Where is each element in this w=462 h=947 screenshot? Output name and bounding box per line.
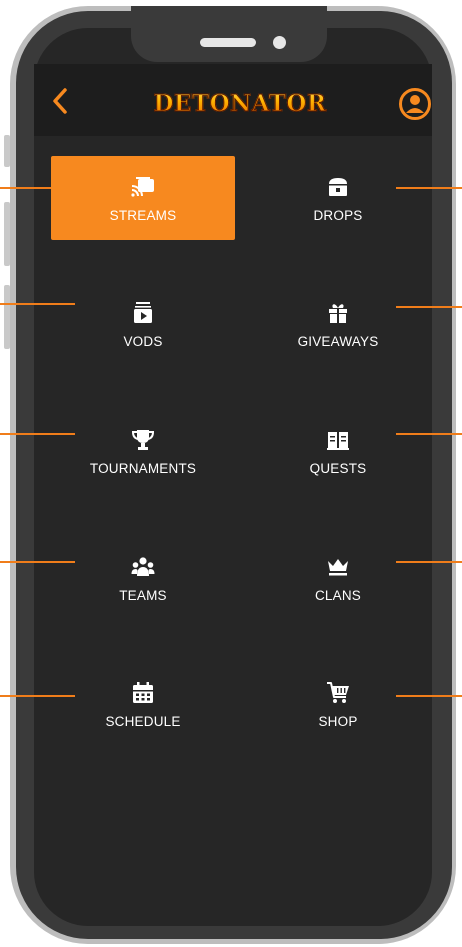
menu-item-quests[interactable]: QUESTS [246,409,430,493]
menu-item-streams[interactable]: STREAMS [51,156,235,240]
menu-label: VODS [123,333,163,349]
menu-label: GIVEAWAYS [297,333,379,349]
menu-item-teams[interactable]: TEAMS [51,536,235,620]
menu-label: SHOP [318,713,358,729]
menu-item-tournaments[interactable]: TOURNAMENTS [51,409,235,493]
gift-icon [329,303,347,323]
menu-item-vods[interactable]: VODS [51,282,235,366]
menu-label: TEAMS [119,587,167,603]
trophy-icon [131,429,155,450]
front-camera [273,36,286,49]
book-icon [327,431,349,450]
app-logo: DETONATOR [148,86,332,120]
users-icon [131,556,155,576]
video-play-icon [134,301,152,323]
menu-item-drops[interactable]: DROPS [246,156,430,240]
cast-icon [131,176,154,197]
menu-label: STREAMS [109,207,177,223]
menu-label: CLANS [314,587,361,603]
menu-item-clans[interactable]: CLANS [246,536,430,620]
menu-label: TOURNAMENTS [89,460,197,476]
menu-item-giveaways[interactable]: GIVEAWAYS [246,282,430,366]
calendar-icon [133,681,153,703]
chevron-left-icon [53,88,67,114]
profile-button[interactable] [398,87,432,121]
crown-icon [328,558,348,575]
back-button[interactable] [48,86,74,116]
user-circle-icon [399,88,431,120]
menu-label: DROPS [313,207,363,223]
treasure-chest-icon [329,177,347,196]
shopping-cart-icon [327,681,349,703]
menu-label: QUESTS [309,460,367,476]
menu-item-schedule[interactable]: SCHEDULE [51,662,235,746]
menu-label: SCHEDULE [105,713,181,729]
speaker-grill [200,38,256,47]
phone-notch [131,6,327,62]
menu-item-shop[interactable]: SHOP [246,662,430,746]
